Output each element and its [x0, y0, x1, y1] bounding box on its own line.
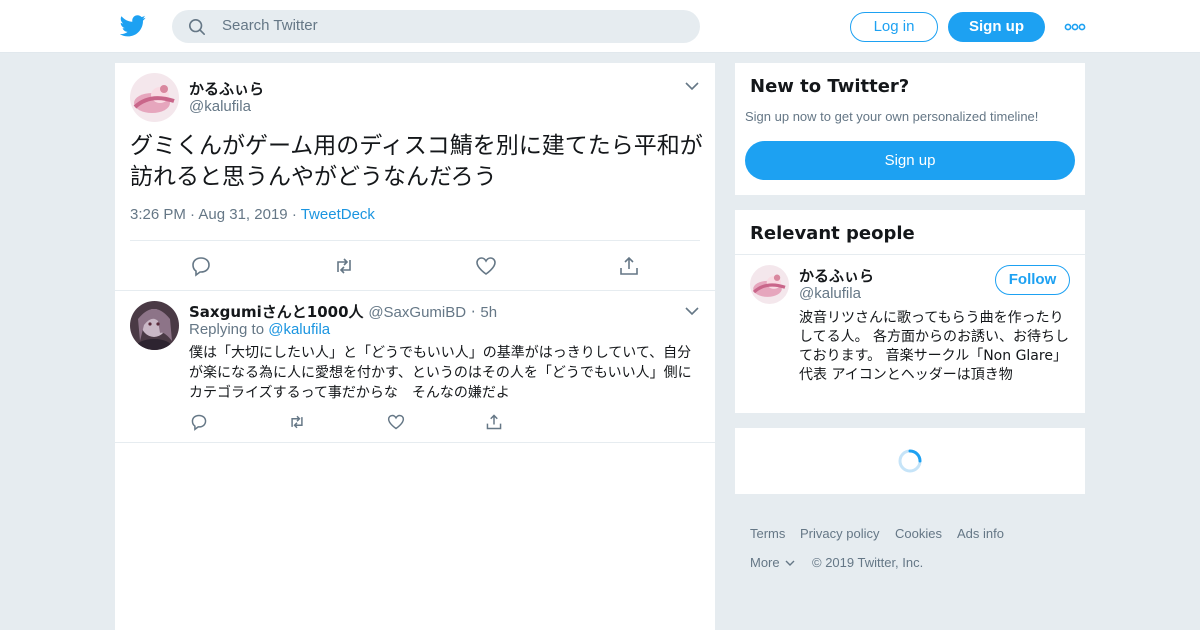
tweet-text: グミくんがゲーム用のディスコ鯖を別に建てたら平和が訪れると思うんやがどうなんだろ… — [130, 133, 703, 190]
author-handle[interactable]: @kalufila — [189, 98, 251, 115]
search-bar[interactable]: Search Twitter — [172, 10, 700, 43]
share-icon[interactable] — [485, 413, 503, 431]
main-timeline: かるふぃら @kalufila グミくんがゲーム用のディスコ鯖を別に建てたら平和… — [115, 63, 715, 630]
top-navigation-bar: Search Twitter Log in Sign up — [0, 0, 1200, 53]
replying-to: Replying to @kalufila — [189, 321, 330, 338]
tweet-source-link[interactable]: TweetDeck — [301, 206, 375, 223]
avatar[interactable] — [130, 301, 179, 350]
separator: · — [190, 206, 196, 223]
footer-link-cookies[interactable]: Cookies — [895, 526, 942, 541]
loading-card — [735, 428, 1085, 494]
divider — [130, 240, 700, 241]
avatar[interactable] — [130, 73, 179, 122]
retweet-icon[interactable] — [333, 255, 355, 277]
follow-button[interactable]: Follow — [995, 265, 1070, 295]
avatar-image — [130, 73, 179, 122]
chevron-down-icon[interactable] — [785, 559, 795, 567]
person-bio: 波音リツさんに歌ってもらう曲を作ったりしてる人。 各方面からのお誘い、お待ちして… — [799, 310, 1070, 383]
focused-tweet[interactable]: かるふぃら @kalufila グミくんがゲーム用のディスコ鯖を別に建てたら平和… — [115, 63, 715, 291]
chevron-down-icon[interactable] — [685, 81, 699, 91]
more-options-icon[interactable] — [1064, 18, 1086, 36]
twitter-bird-icon[interactable] — [120, 14, 146, 38]
relevant-people-card: Relevant people かるふぃら @kalufila Follow 波… — [735, 210, 1085, 413]
share-icon[interactable] — [618, 255, 640, 277]
footer-link-terms[interactable]: Terms — [750, 526, 785, 541]
tweet-time[interactable]: 3:26 PM — [130, 206, 186, 223]
card-title: Relevant people — [750, 223, 915, 244]
author-name[interactable]: かるふぃら — [189, 78, 264, 99]
separator: · — [291, 206, 297, 223]
search-icon — [188, 18, 206, 36]
person-name[interactable]: かるふぃら — [799, 265, 874, 286]
reply-icon[interactable] — [190, 255, 212, 277]
card-title: New to Twitter? — [750, 76, 910, 97]
loading-spinner-icon — [898, 449, 922, 473]
footer-more-label[interactable]: More — [750, 555, 780, 570]
footer-more[interactable]: More — [750, 555, 795, 570]
tweet-age[interactable]: 5h — [480, 304, 497, 321]
chevron-down-icon[interactable] — [685, 306, 699, 316]
signup-button[interactable]: Sign up — [745, 141, 1075, 180]
reply-text: 僕は「大切にしたい人」と「どうでもいい人」の基準がはっきりしていて、自分が楽にな… — [189, 345, 692, 401]
footer-link-privacy[interactable]: Privacy policy — [800, 526, 879, 541]
retweet-icon[interactable] — [288, 413, 306, 431]
reply-header: Saxgumiさんと1000人 @SaxGumiBD · 5h — [189, 301, 497, 322]
search-input[interactable]: Search Twitter — [222, 17, 318, 34]
tweet-meta: 3:26 PM · Aug 31, 2019 · TweetDeck — [130, 206, 375, 223]
author-name[interactable]: Saxgumiさんと1000人 — [189, 303, 364, 321]
avatar-image — [750, 265, 789, 304]
login-button[interactable]: Log in — [850, 12, 938, 42]
divider — [735, 254, 1085, 255]
like-heart-icon[interactable] — [475, 255, 497, 277]
footer-copyright: © 2019 Twitter, Inc. — [812, 555, 924, 570]
like-heart-icon[interactable] — [387, 413, 405, 431]
replying-label: Replying to — [189, 321, 265, 338]
reply-icon[interactable] — [190, 413, 208, 431]
card-subtitle: Sign up now to get your own personalized… — [745, 109, 1039, 124]
new-to-twitter-card: New to Twitter? Sign up now to get your … — [735, 63, 1085, 195]
separator: · — [470, 303, 476, 321]
avatar-image — [130, 301, 179, 350]
reply-tweet[interactable]: Saxgumiさんと1000人 @SaxGumiBD · 5h Replying… — [115, 291, 715, 443]
tweet-date[interactable]: Aug 31, 2019 — [198, 206, 287, 223]
replying-handle-link[interactable]: @kalufila — [268, 321, 330, 338]
footer-link-ads[interactable]: Ads info — [957, 526, 1004, 541]
person-handle[interactable]: @kalufila — [799, 285, 861, 302]
avatar[interactable] — [750, 265, 789, 304]
author-handle[interactable]: @SaxGumiBD — [368, 304, 466, 321]
signup-button[interactable]: Sign up — [948, 12, 1045, 42]
